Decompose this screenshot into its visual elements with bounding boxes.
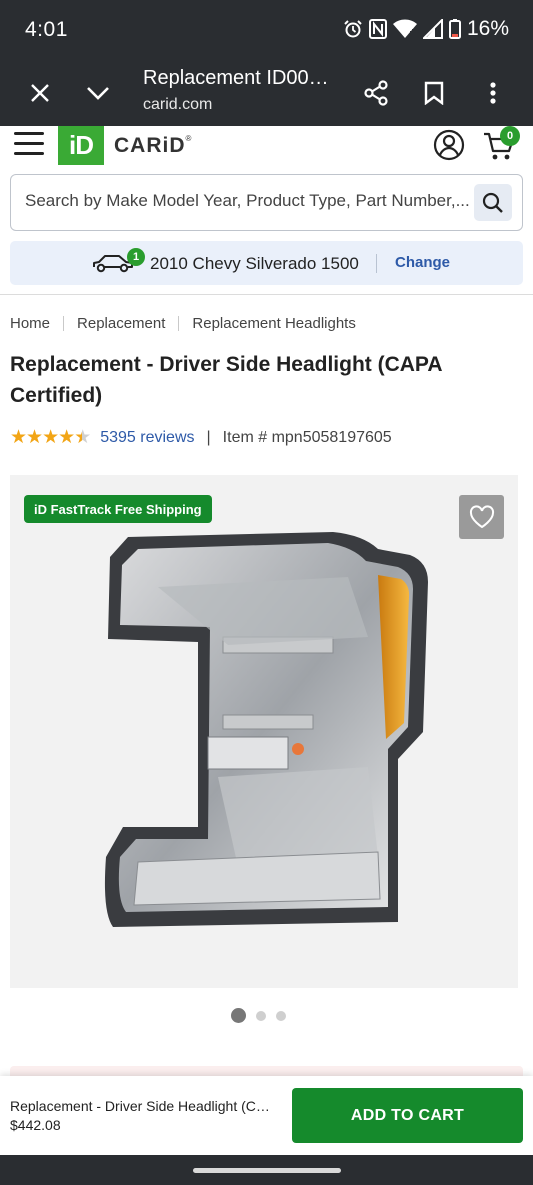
breadcrumb: Home Replacement Replacement Headlights	[10, 315, 356, 332]
logo-text: CARiD®	[114, 134, 192, 158]
vehicle-count-badge: 1	[127, 248, 145, 266]
product-rating: ★★★★★ 5395 reviews | Item # mpn505819760…	[10, 426, 392, 449]
collapse-button[interactable]	[80, 75, 116, 111]
rating-star: ★	[26, 427, 43, 448]
breadcrumb-replacement-headlights[interactable]: Replacement Headlights	[192, 315, 355, 332]
close-icon	[31, 84, 49, 102]
header-divider	[0, 294, 533, 295]
product-title: Replacement - Driver Side Headlight (CAP…	[10, 353, 442, 407]
next-section-edge	[10, 1066, 523, 1076]
battery-icon	[448, 19, 461, 39]
rating-separator: |	[206, 428, 211, 446]
wishlist-button[interactable]	[459, 495, 504, 539]
sticky-product-name: Replacement - Driver Side Headlight (C…	[10, 1098, 270, 1114]
cart-count-badge: 0	[500, 126, 520, 146]
home-gesture-handle[interactable]	[193, 1168, 341, 1173]
heart-icon	[469, 505, 494, 529]
hamburger-menu-icon[interactable]	[14, 132, 46, 158]
alarm-icon	[344, 20, 362, 38]
free-shipping-badge: iD FastTrack Free Shipping	[24, 495, 212, 523]
vehicle-selector[interactable]: 1 2010 Chevy Silverado 1500 Change	[10, 241, 523, 285]
nfc-icon	[368, 19, 387, 39]
site-header: iD CARiD®	[0, 126, 533, 170]
rating-stars[interactable]: ★★★★★	[10, 426, 91, 449]
logo-registered-mark: ®	[185, 133, 193, 143]
account-icon[interactable]	[433, 129, 465, 161]
system-navigation-bar	[0, 1155, 533, 1185]
gallery-dot-2[interactable]	[256, 1010, 266, 1021]
more-vertical-icon	[490, 82, 496, 104]
gallery-dot-3[interactable]	[276, 1010, 286, 1021]
breadcrumb-separator	[63, 316, 65, 331]
headlight-image	[104, 532, 428, 927]
sticky-product-price: $442.08	[10, 1117, 61, 1133]
search-bar	[10, 174, 523, 231]
reviews-link[interactable]: 5395 reviews	[100, 429, 194, 447]
vehicle-name: 2010 Chevy Silverado 1500	[150, 254, 359, 273]
sticky-add-to-cart-bar: Replacement - Driver Side Headlight (C… …	[0, 1076, 533, 1155]
bookmark-button[interactable]	[416, 75, 452, 111]
product-gallery[interactable]: iD FastTrack Free Shipping	[10, 475, 518, 988]
add-to-cart-button[interactable]: ADD TO CART	[292, 1088, 523, 1143]
rating-stars-glyphs: ★★★★★	[10, 427, 91, 448]
rating-star: ★	[42, 427, 59, 448]
vehicle-divider	[376, 254, 377, 273]
battery-percent: 16%	[466, 17, 509, 40]
item-number: Item # mpn5058197605	[222, 428, 392, 446]
wifi-icon	[392, 19, 417, 38]
breadcrumb-separator	[178, 316, 180, 331]
change-vehicle-link[interactable]: Change	[395, 254, 450, 271]
rating-star: ★	[10, 427, 27, 448]
rating-star: ★	[74, 427, 91, 448]
status-bar: 4:01 16%	[0, 0, 533, 60]
logo-mark: iD	[58, 126, 104, 165]
signal-icon	[422, 19, 443, 39]
close-tab-button[interactable]	[22, 75, 58, 111]
breadcrumb-replacement[interactable]: Replacement	[77, 315, 165, 332]
browser-url[interactable]: carid.com	[143, 96, 212, 114]
search-button[interactable]	[474, 184, 512, 221]
rating-star: ★	[58, 427, 75, 448]
carid-logo[interactable]: iD CARiD®	[58, 126, 192, 165]
share-button[interactable]	[358, 75, 394, 111]
logo-wordmark: CARiD	[114, 133, 186, 157]
gallery-pagination	[231, 1008, 286, 1023]
search-input[interactable]	[25, 191, 470, 211]
gallery-dot-1[interactable]	[231, 1008, 246, 1023]
browser-toolbar: Replacement ID00… carid.com	[0, 60, 533, 126]
search-icon	[482, 192, 503, 213]
more-options-button[interactable]	[475, 75, 511, 111]
browser-page-title: Replacement ID00…	[143, 67, 329, 89]
bookmark-icon	[424, 81, 444, 105]
share-icon	[364, 80, 388, 106]
chevron-down-icon	[87, 87, 109, 100]
breadcrumb-home[interactable]: Home	[10, 315, 50, 332]
status-time: 4:01	[25, 18, 68, 41]
status-icons: 16%	[343, 17, 509, 41]
